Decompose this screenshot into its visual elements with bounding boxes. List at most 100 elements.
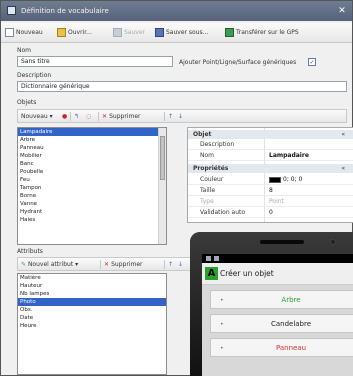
attribute-list-item[interactable]: Obs. — [18, 306, 166, 314]
prop-validation-value[interactable]: 0 — [269, 209, 273, 216]
attribute-list-item[interactable]: Heure — [18, 322, 166, 330]
attribute-list-item[interactable]: Nb lampes — [18, 290, 166, 298]
app-logo-icon: A — [205, 267, 218, 280]
category-properties-label: Propriétés — [193, 165, 229, 172]
attribute-list-item[interactable]: Date — [18, 314, 166, 322]
bullet-icon: • — [220, 321, 224, 328]
object-list-item[interactable]: Poubelle — [18, 168, 166, 176]
add-generic-label: Ajouter Point/Ligne/Surface génériques — [179, 59, 297, 66]
prop-row-description[interactable]: Description — [188, 140, 353, 150]
delete-attribute-button[interactable]: ✕ Supprimer — [104, 259, 143, 270]
description-label: Description — [17, 72, 52, 79]
object-list-item[interactable]: Feu — [18, 176, 166, 184]
attributes-list[interactable]: Matière Hauteur Nb lampes Photo Obs. Date Heur… — [17, 273, 167, 375]
description-field[interactable]: Dictionnaire générique — [17, 81, 347, 92]
new-attribute-button[interactable]: ✎ Nouvel attribut ▾ — [21, 259, 78, 270]
objects-toolbar: Nouveau ▾ ● ↰ ◌ ✕ Supprimer ↑ ↓ — [17, 109, 347, 123]
add-line-icon[interactable]: ↰ — [74, 111, 79, 122]
collapse-icon[interactable]: « — [341, 164, 345, 173]
collapse-icon[interactable]: « — [341, 130, 345, 139]
save-as-icon — [155, 28, 164, 37]
move-down-icon[interactable]: ↓ — [178, 111, 183, 122]
attribute-list-item[interactable]: Photo — [18, 298, 166, 306]
prop-size-name: Taille — [200, 187, 216, 194]
object-list-item[interactable]: Haies — [18, 216, 166, 224]
bullet-icon: • — [220, 297, 224, 304]
scroll-thumb[interactable] — [160, 136, 165, 180]
name-field[interactable]: Sans titre — [17, 56, 173, 67]
bullet-icon: • — [220, 345, 224, 352]
camera-icon — [330, 239, 336, 245]
open-button[interactable]: Ouvrir... — [57, 27, 92, 39]
new-object-button[interactable]: Nouveau ▾ — [21, 111, 53, 122]
open-button-label: Ouvrir... — [68, 29, 92, 36]
attributes-section-label: Attributs — [17, 248, 43, 255]
close-icon[interactable]: ✕ — [336, 5, 348, 17]
transfer-gps-button[interactable]: Transférer sur le GPS — [225, 27, 299, 39]
category-properties[interactable]: Propriétés « — [188, 164, 353, 173]
phone-list-item-label: Arbre — [281, 296, 301, 304]
speaker-grill — [260, 240, 304, 244]
add-generic-checkbox[interactable]: ✓ — [308, 58, 316, 66]
object-list-item[interactable]: Panneau — [18, 144, 166, 152]
attribute-icon: ✎ — [21, 261, 28, 268]
prop-type-value: Point — [269, 198, 284, 205]
toolbar-separator — [100, 260, 101, 269]
prop-color-value[interactable]: 0; 0; 0 — [269, 176, 302, 183]
object-list-item[interactable]: Tampon — [18, 184, 166, 192]
main-toolbar: Nouveau Ouvrir... Sauver Sauver sous... … — [1, 23, 352, 43]
object-list-item[interactable]: Borne — [18, 192, 166, 200]
notification-icon — [214, 256, 219, 261]
prop-name-value[interactable]: Lampadaire — [269, 152, 309, 159]
phone-list-item-label: Candelabre — [270, 320, 312, 328]
object-list-item[interactable]: Banc — [18, 160, 166, 168]
toolbar-separator — [70, 112, 71, 121]
objects-list[interactable]: Lampadaire Arbre Panneau Mobilier Banc Poubel… — [17, 127, 167, 245]
attribute-list-item[interactable]: Matière — [18, 274, 166, 282]
object-list-item[interactable]: Mobilier — [18, 152, 166, 160]
move-down-icon[interactable]: ↓ — [178, 259, 183, 270]
save-button[interactable]: Sauver — [113, 27, 145, 39]
object-list-item[interactable]: Arbre — [18, 136, 166, 144]
object-list-item[interactable]: Hydrant — [18, 208, 166, 216]
transfer-gps-button-label: Transférer sur le GPS — [236, 29, 299, 36]
status-bar — [202, 254, 353, 263]
phone-list-item[interactable]: • Panneau — [210, 338, 353, 357]
prop-size-value[interactable]: 8 — [269, 187, 273, 194]
prop-row-validation[interactable]: Validation auto 0 — [188, 208, 353, 218]
notification-icon — [206, 256, 211, 261]
delete-object-button[interactable]: ✕ Supprimer — [102, 111, 141, 122]
prop-color-name: Couleur — [200, 176, 224, 183]
object-list-item[interactable]: Lampadaire — [18, 128, 166, 136]
prop-type-name: Type — [200, 198, 214, 205]
category-object[interactable]: Objet « — [188, 130, 353, 139]
objects-scrollbar[interactable] — [158, 128, 166, 244]
prop-name-name: Nom — [200, 152, 215, 159]
delete-object-label: Supprimer — [109, 113, 141, 120]
category-object-label: Objet — [193, 131, 212, 138]
phone-device: A Créer un objet • Arbre • Candelabre • Panne… — [190, 232, 353, 376]
add-point-icon[interactable]: ● — [62, 111, 67, 122]
new-attribute-label: Nouvel attribut — [27, 261, 74, 268]
save-as-button-label: Sauver sous... — [166, 29, 209, 36]
attribute-list-item[interactable]: Hauteur — [18, 282, 166, 290]
prop-color-text: 0; 0; 0 — [283, 176, 303, 183]
move-up-icon[interactable]: ↑ — [168, 259, 173, 270]
prop-row-color[interactable]: Couleur 0; 0; 0 — [188, 175, 353, 185]
phone-list-item[interactable]: • Candelabre — [210, 314, 353, 333]
phone-title: Créer un objet — [220, 269, 274, 278]
title-bar[interactable]: Définition de vocabulaire ✕ — [1, 1, 352, 21]
prop-row-name[interactable]: Nom Lampadaire — [188, 151, 353, 161]
move-up-icon[interactable]: ↑ — [168, 111, 173, 122]
phone-list-item[interactable]: • Arbre — [210, 290, 353, 309]
save-icon — [113, 28, 122, 37]
object-list-item[interactable]: Vanne — [18, 200, 166, 208]
save-as-button[interactable]: Sauver sous... — [155, 27, 208, 39]
phone-list-item-label: Panneau — [275, 344, 307, 352]
app-icon — [7, 6, 16, 15]
new-button[interactable]: Nouveau — [5, 27, 43, 39]
add-area-icon[interactable]: ◌ — [86, 111, 91, 122]
save-button-label: Sauver — [124, 29, 145, 36]
attributes-items: Matière Hauteur Nb lampes Photo Obs. Date Heur… — [18, 274, 166, 330]
prop-row-size[interactable]: Taille 8 — [188, 186, 353, 196]
